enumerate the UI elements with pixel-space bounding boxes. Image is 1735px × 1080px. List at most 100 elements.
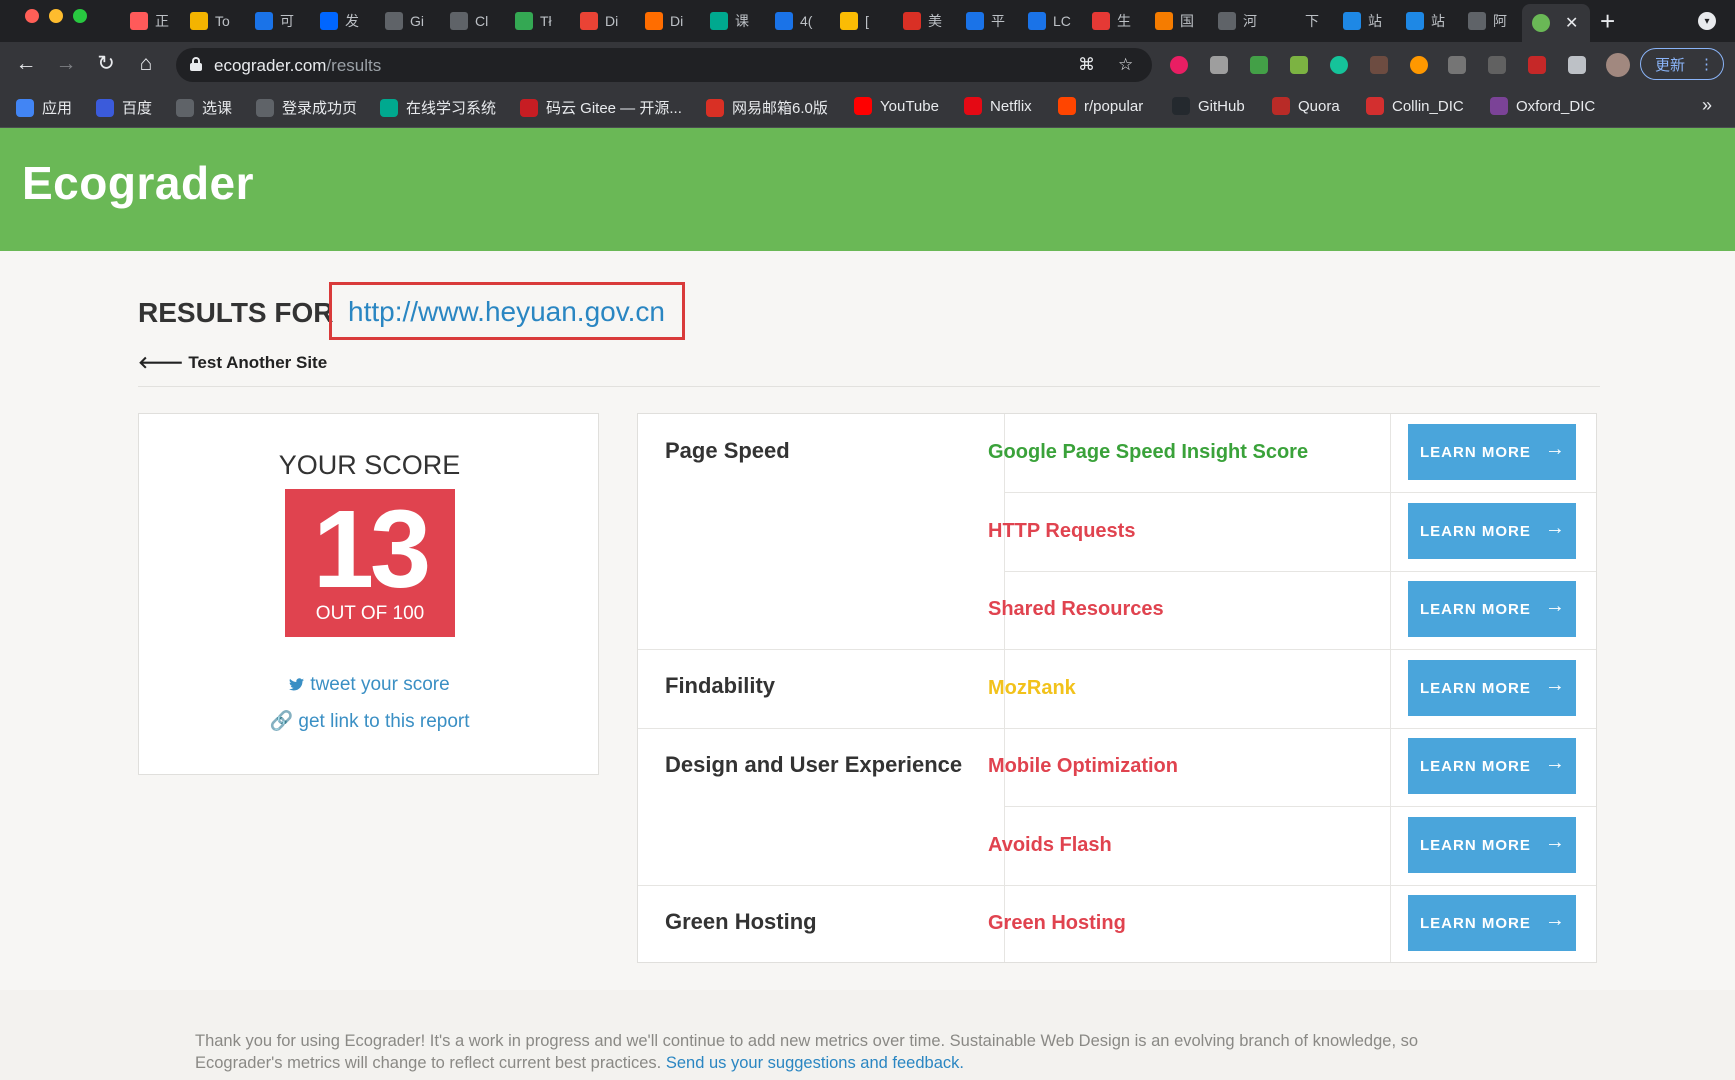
learn-more-button[interactable]: LEARN MORE → [1408,895,1576,951]
bookmark-label: Netflix [990,97,1032,115]
lock-icon[interactable] [190,57,202,71]
url-text[interactable]: ecograder.com/results [214,56,381,76]
bookmark-label: 在线学习系统 [406,100,497,117]
tab-search-icon[interactable]: ▾ [1698,12,1716,30]
tweet-score-link[interactable]: tweet your score [139,674,600,696]
tab[interactable]: Gi [375,6,433,36]
bookmark-label: GitHub [1198,97,1245,115]
globe-icon [176,98,194,117]
ecograder-logo[interactable]: Ecograder [22,156,254,210]
bookmark-item[interactable]: 登录成功页 [256,97,357,118]
extension-icon[interactable] [1448,56,1466,74]
download-extension-icon[interactable] [1290,56,1308,74]
minimize-window-button[interactable] [49,9,63,23]
tab[interactable]: Cl [440,6,498,36]
forward-button[interactable]: → [54,52,78,76]
extension-icon[interactable] [1370,56,1388,74]
row-divider [1004,806,1596,807]
feedback-link[interactable]: Send us your suggestions and feedback. [666,1054,964,1072]
tab[interactable]: 国 [1145,6,1203,36]
tab-active-ecograder[interactable]: ✕ [1522,4,1590,42]
tab[interactable]: 平 [956,6,1014,36]
tab-title: Cl [475,13,489,29]
tab[interactable]: 站 [1333,6,1391,36]
tab[interactable]: 可 [245,6,303,36]
extension-icon[interactable] [1210,56,1228,74]
avatar[interactable] [1606,53,1630,77]
shield-extension-icon[interactable] [1250,56,1268,74]
tab[interactable]: 站 [1396,6,1454,36]
tab[interactable]: Di [570,6,628,36]
results-for-heading: RESULTS FOR [138,297,334,328]
tab[interactable]: 下 [1270,6,1328,36]
score-value: 13 [312,488,431,611]
back-button[interactable]: ← [14,52,38,76]
bookmark-item[interactable]: GitHub [1172,97,1245,115]
results-url-link[interactable]: http://www.heyuan.gov.cn [348,296,665,328]
tab[interactable]: [ [830,6,888,36]
report-link[interactable]: 🔗 get link to this report [139,709,600,733]
extension-icon[interactable] [1488,56,1506,74]
tab-title: LC [1053,13,1071,29]
tab[interactable]: 生 [1082,6,1140,36]
tab[interactable]: Di [635,6,693,36]
bookmark-item[interactable]: Oxford_DIC [1490,97,1595,115]
tab[interactable]: 4( [765,6,823,36]
extension-icon[interactable] [1410,56,1428,74]
bookmark-item[interactable]: r/popular [1058,97,1143,115]
bookmark-item[interactable]: Collin_DIC [1366,97,1464,115]
b-circle-icon [645,12,663,30]
learn-more-button[interactable]: LEARN MORE → [1408,503,1576,559]
test-another-site-link[interactable]: 🡐 Test Another Site [138,353,327,373]
tab-title: 平 [991,13,1005,29]
bookmark-item[interactable]: YouTube [854,97,939,115]
grammarly-icon[interactable] [1330,56,1348,74]
tab[interactable]: 美 [893,6,951,36]
address-bar[interactable]: ecograder.com/results ⌘ ☆ [176,48,1152,82]
tab[interactable]: To [180,6,238,36]
tab-title: 发 [345,13,359,29]
tab[interactable]: 课 [700,6,758,36]
bookmark-item[interactable]: Quora [1272,97,1340,115]
tab-title: 河 [1243,13,1257,29]
gitee-icon [520,98,538,117]
update-button[interactable]: 更新 ⋮ [1640,48,1724,80]
bookmark-item[interactable]: 选课 [176,97,232,118]
close-tab-icon[interactable]: ✕ [1565,13,1578,33]
bookmark-item[interactable]: 百度 [96,97,152,118]
extension-icon[interactable] [1170,56,1188,74]
tab[interactable]: 正 [120,6,178,36]
bookmark-label: Quora [1298,97,1340,115]
bookmark-item[interactable]: 码云 Gitee — 开源... [520,97,682,118]
maximize-window-button[interactable] [73,9,87,23]
bookmark-item[interactable]: 在线学习系统 [380,97,496,118]
more-vertical-icon[interactable]: ⋮ [1699,55,1714,73]
bookmark-star-icon[interactable]: ☆ [1118,55,1133,75]
bookmark-label: Collin_DIC [1392,97,1464,115]
tab[interactable]: LC [1018,6,1076,36]
learn-more-button[interactable]: LEARN MORE → [1408,581,1576,637]
bookmark-item[interactable]: 网易邮箱6.0版 [706,97,828,118]
bookmark-label: 码云 Gitee — 开源... [546,100,682,117]
translate-icon[interactable]: ⌘ [1078,55,1095,75]
bookmark-item[interactable]: Netflix [964,97,1032,115]
tab[interactable]: 发 [310,6,368,36]
tab[interactable]: 阿 [1458,6,1516,36]
tab-title: [ [865,13,869,29]
close-window-button[interactable] [25,9,39,23]
learn-more-button[interactable]: LEARN MORE → [1408,424,1576,480]
tab[interactable]: Tł [505,6,563,36]
flag-extension-icon[interactable] [1528,56,1546,74]
home-button[interactable]: ⌂ [134,52,158,76]
bookmark-item[interactable]: 应用 [16,97,72,118]
tab[interactable]: 河 [1208,6,1266,36]
arrow-right-icon: → [1544,516,1566,539]
reload-button[interactable]: ↻ [94,52,118,76]
learn-more-button[interactable]: LEARN MORE → [1408,660,1576,716]
learn-more-button[interactable]: LEARN MORE → [1408,817,1576,873]
learn-more-button[interactable]: LEARN MORE → [1408,738,1576,794]
new-tab-button[interactable]: + [1600,8,1615,34]
more-bookmarks-icon[interactable]: » [1702,95,1712,116]
puzzle-extensions-icon[interactable] [1568,56,1586,74]
ecograder-favicon-icon [1532,14,1550,32]
